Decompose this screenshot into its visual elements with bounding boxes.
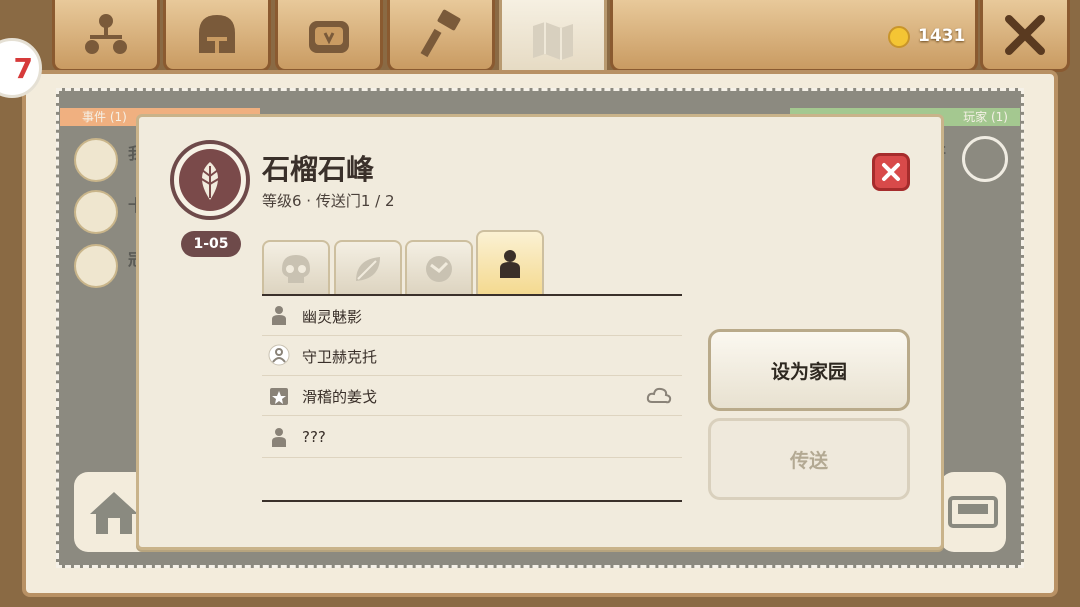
coin-count: 1431 xyxy=(918,26,966,46)
npc-name: 幽灵魅影 xyxy=(302,308,363,326)
chest-icon xyxy=(948,496,998,528)
leaf-icon xyxy=(356,257,380,281)
location-subtitle: 等级6 · 传送门1 / 2 xyxy=(262,192,395,210)
bag-icon xyxy=(309,20,349,53)
skull-icon xyxy=(282,255,310,283)
close-icon xyxy=(882,163,900,181)
location-title: 石榴石峰 xyxy=(262,153,375,186)
teleport-button[interactable]: 传送 xyxy=(708,418,910,500)
dialog-close-button[interactable] xyxy=(872,153,910,191)
set-home-button[interactable]: 设为家园 xyxy=(708,329,910,411)
npc-name: 守卫赫克托 xyxy=(302,348,378,366)
npc-row[interactable]: 守卫赫克托 xyxy=(262,336,682,376)
tab-npcs[interactable] xyxy=(476,230,544,296)
flag-icon xyxy=(74,190,118,234)
tab-resources[interactable] xyxy=(334,240,402,296)
bow-icon[interactable] xyxy=(962,136,1008,182)
bank-icon xyxy=(74,244,118,288)
npc-name: ??? xyxy=(302,428,326,446)
bank-icon xyxy=(74,138,118,182)
helmet-icon xyxy=(199,14,235,53)
tab-inventory[interactable] xyxy=(275,0,383,72)
location-emblem xyxy=(170,140,250,220)
tab-equipment[interactable] xyxy=(163,0,271,72)
hammer-icon xyxy=(420,9,461,57)
beast-icon xyxy=(426,256,452,282)
tab-crafting[interactable] xyxy=(387,0,495,72)
tab-skill-tree[interactable] xyxy=(52,0,160,72)
chest-button[interactable] xyxy=(940,472,1006,552)
tab-monsters[interactable] xyxy=(262,240,330,296)
npc-row[interactable]: ??? xyxy=(262,418,682,458)
npc-row[interactable]: 滑稽的姜戈 xyxy=(262,376,682,416)
person-icon xyxy=(272,428,286,447)
map-icon xyxy=(533,21,573,60)
list-divider xyxy=(262,500,682,502)
leaf-icon xyxy=(199,162,221,200)
tree-icon xyxy=(85,13,127,54)
npc-name: 滑稽的姜戈 xyxy=(302,388,378,406)
coin-icon xyxy=(888,26,910,48)
level-badge: 1-05 xyxy=(181,231,241,257)
close-x-icon xyxy=(1005,14,1045,55)
person-icon xyxy=(500,250,520,278)
tab-beasts[interactable] xyxy=(405,240,473,296)
quest-icon xyxy=(270,388,288,405)
cloud-icon xyxy=(646,387,672,404)
close-button[interactable] xyxy=(980,0,1070,72)
npc-row[interactable]: 幽灵魅影 xyxy=(262,296,682,336)
guard-icon xyxy=(268,344,290,366)
person-icon xyxy=(272,306,286,325)
